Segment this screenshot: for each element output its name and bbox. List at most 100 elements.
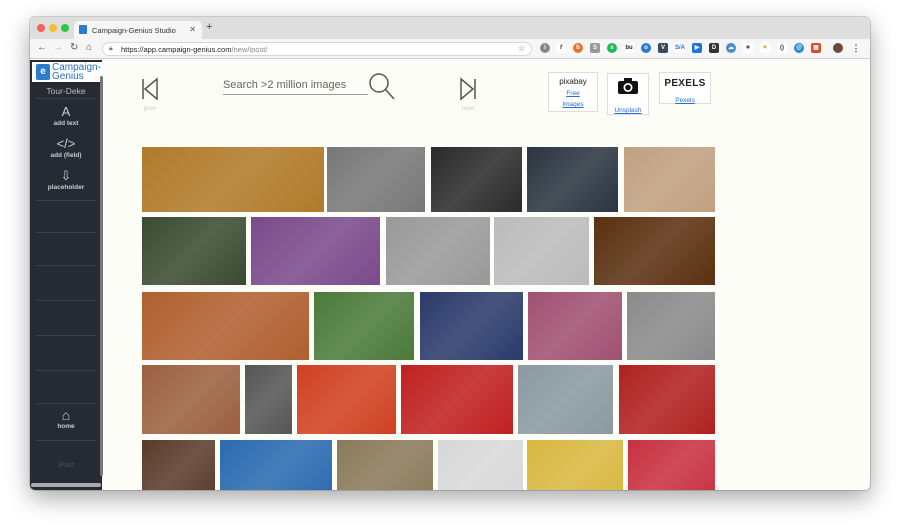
close-tab-icon[interactable]: ✕	[189, 25, 196, 34]
search-input[interactable]: Search >2 million images	[223, 77, 368, 95]
back-icon[interactable]: ←	[37, 42, 47, 53]
profile-avatar[interactable]	[833, 43, 843, 53]
divider	[36, 200, 96, 201]
image-tile-trumpet-flower[interactable]	[297, 365, 396, 434]
sa-extension-icon[interactable]: S/A	[675, 43, 685, 53]
image-tile-brass-trumpet-closeup[interactable]	[518, 365, 613, 434]
image-tile-trumpet-sculpture-bw[interactable]	[494, 217, 589, 285]
image-tile-pink-flowers[interactable]	[528, 292, 622, 360]
maximize-window-button[interactable]	[61, 24, 69, 32]
image-tile-marching-band[interactable]	[420, 292, 523, 360]
divider	[36, 98, 96, 99]
browser-toolbar: ← → ↻ ⌂ 🔒︎ https://app.campaign-genius.c…	[30, 39, 870, 59]
image-tile-bmw-logo[interactable]	[527, 147, 618, 212]
home-icon: ⌂	[61, 407, 71, 423]
pexels-link[interactable]: Pexels	[675, 97, 695, 104]
unsplash-source[interactable]: Unsplash	[607, 73, 649, 115]
at-extension-icon[interactable]: @	[794, 43, 804, 53]
browser-tab[interactable]: Campaign-Genius Studio ✕	[74, 21, 202, 39]
next-button[interactable]: next	[458, 77, 478, 112]
skip-previous-icon	[142, 77, 158, 101]
gray-extension-icon[interactable]: S	[590, 43, 600, 53]
sidebar: e Campaign-Genius Tour-Deke A add text <…	[30, 60, 103, 490]
divider	[36, 440, 96, 441]
next-label: next	[461, 105, 475, 112]
home-button[interactable]: ⌂ home	[30, 408, 102, 430]
placeholder-button[interactable]: ⇩ placeholder	[30, 169, 102, 192]
vue-extension-icon[interactable]: V	[658, 43, 668, 53]
image-tile-trumpeter-bw-sketch[interactable]	[327, 147, 425, 212]
url-path: /new/ipost/	[231, 45, 268, 54]
lock-icon: 🔒︎	[109, 45, 113, 52]
image-tile-trumpet-closeup-dark[interactable]	[594, 217, 715, 285]
crop-extension-icon[interactable]: ⌗	[743, 43, 753, 53]
reload-icon[interactable]: ↻	[70, 42, 78, 53]
pixabay-source[interactable]: pixabay Free Images	[548, 72, 598, 112]
image-tile-brass-instrument-yellow[interactable]	[527, 440, 623, 490]
image-tile-trumpeter-red-background[interactable]	[628, 440, 715, 490]
image-tile-two-trumpets[interactable]	[142, 292, 309, 360]
forward-icon[interactable]: →	[53, 42, 63, 53]
image-browser: prev Search >2 million images next pixab…	[110, 60, 868, 490]
brackets-extension-icon[interactable]: ()	[777, 43, 787, 53]
prev-label: prev	[143, 105, 157, 112]
pixabay-free-images-link[interactable]: Free Images	[558, 88, 588, 110]
sidebar-scrollbar[interactable]	[100, 76, 103, 476]
menu-dots-icon[interactable]: ⋮	[851, 43, 861, 53]
minimize-window-button[interactable]	[49, 24, 57, 32]
gift-extension-icon[interactable]: ▣	[811, 43, 821, 53]
image-tile-canal-houses-bw[interactable]	[386, 217, 490, 285]
image-tile-trumpets-in-band[interactable]	[624, 147, 715, 212]
add-text-button[interactable]: A add text	[30, 105, 102, 128]
image-tile-elephant[interactable]	[337, 440, 433, 490]
address-bar[interactable]: 🔒︎ https://app.campaign-genius.com/new/i…	[102, 42, 532, 56]
brand-logo[interactable]: e Campaign-Genius	[32, 62, 102, 82]
bu-extension-icon[interactable]: bu	[624, 43, 634, 53]
home-browser-icon[interactable]: ⌂	[86, 42, 92, 53]
add-text-label: add text	[53, 120, 79, 127]
image-tile-old-town-houses[interactable]	[142, 365, 240, 434]
pexels-source[interactable]: PEXELS Pexels	[659, 72, 711, 104]
sidebar-horizontal-scrollbar[interactable]	[31, 483, 101, 487]
formula-extension-icon[interactable]: f	[556, 43, 566, 53]
image-tile-orange-trumpet-flowers[interactable]	[220, 440, 332, 490]
browser-window: Campaign-Genius Studio ✕ + ← → ↻ ⌂ 🔒︎ ht…	[30, 17, 870, 490]
divider	[36, 370, 96, 371]
bulb-extension-icon[interactable]: ✦	[760, 43, 770, 53]
add-field-button[interactable]: </> add (field)	[30, 137, 102, 160]
image-tile-white-horn-abstract[interactable]	[438, 440, 523, 490]
divider	[36, 300, 96, 301]
image-tile-trumpet-bell-dark[interactable]	[142, 440, 215, 490]
image-tile-red-costume-musician[interactable]	[619, 365, 715, 434]
prev-button[interactable]: prev	[140, 77, 160, 112]
image-tile-jazz-trumpeter-bw[interactable]	[627, 292, 715, 360]
bookmark-star-icon[interactable]: ☆	[518, 44, 525, 53]
info-extension-icon[interactable]: i	[540, 43, 550, 53]
close-window-button[interactable]	[37, 24, 45, 32]
cloud-extension-icon[interactable]: ☁	[726, 43, 736, 53]
dark-extension-icon[interactable]: D	[709, 43, 719, 53]
ipost-logo: iPost	[58, 462, 74, 469]
image-tile-trumpet-valves-bw[interactable]	[431, 147, 522, 212]
campaign-genius-logo-icon: e	[36, 64, 50, 80]
new-tab-button[interactable]: +	[206, 21, 212, 33]
image-tile-two-french-horns[interactable]	[142, 147, 324, 212]
url-host: https://app.campaign-genius.com	[121, 45, 232, 54]
pixabay-name: pixabay	[559, 77, 587, 86]
divider	[36, 335, 96, 336]
image-tile-horn-player-window-bw[interactable]	[245, 365, 292, 434]
search-icon[interactable]	[368, 72, 396, 107]
spotify-extension-icon[interactable]: s	[607, 43, 617, 53]
divider	[36, 232, 96, 233]
image-tile-clown-with-horn[interactable]	[251, 217, 380, 285]
blue-box-extension-icon[interactable]: ▶	[692, 43, 702, 53]
blue-shield-extension-icon[interactable]: o	[641, 43, 651, 53]
image-tile-red-uniform-parade[interactable]	[401, 365, 513, 434]
tour-name: Tour-Deke	[46, 86, 86, 96]
tab-bar: Campaign-Genius Studio ✕ +	[30, 17, 870, 39]
orange-extension-icon[interactable]: b	[573, 43, 583, 53]
favicon-icon	[79, 25, 87, 34]
image-tile-person-in-park[interactable]	[314, 292, 414, 360]
unsplash-link[interactable]: Unsplash	[614, 107, 641, 114]
image-tile-man-playing-trumpet[interactable]	[142, 217, 246, 285]
